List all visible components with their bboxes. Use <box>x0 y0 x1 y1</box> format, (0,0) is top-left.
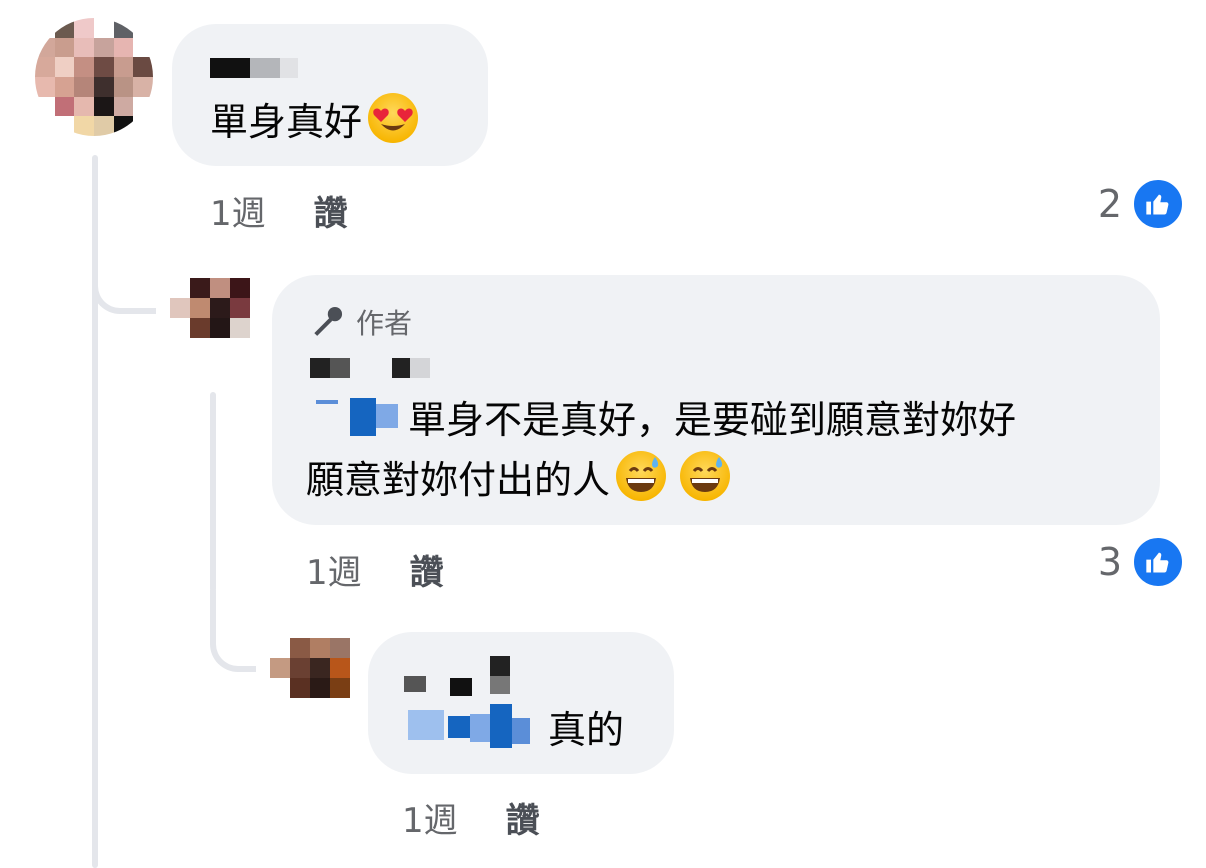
thread-connector-reply-2 <box>210 590 256 672</box>
microphone-icon <box>314 306 343 336</box>
reaction-count[interactable]: 2 <box>1080 182 1122 226</box>
thread-connector-reply-1 <box>92 240 156 314</box>
comment-meta: 1週 讚 <box>306 545 444 594</box>
comment-text-line2: 願意對妳付出的人 <box>306 450 731 510</box>
comment-meta: 1週 讚 <box>210 186 348 235</box>
grinning-sweat-emoji <box>616 451 667 501</box>
grinning-sweat-emoji <box>680 451 731 501</box>
avatar[interactable] <box>270 638 350 698</box>
comment-bubble <box>368 632 674 774</box>
commenter-name[interactable] <box>210 58 298 80</box>
mention-tag[interactable] <box>408 704 532 748</box>
timestamp[interactable]: 1週 <box>402 801 458 841</box>
like-button[interactable]: 讚 <box>506 801 540 841</box>
avatar[interactable] <box>35 18 153 136</box>
thumbs-up-icon[interactable] <box>1132 536 1184 588</box>
commenter-name[interactable] <box>404 656 514 696</box>
timestamp[interactable]: 1週 <box>306 553 362 593</box>
mention-tag[interactable] <box>310 398 400 438</box>
reaction-count[interactable]: 3 <box>1080 540 1122 584</box>
timestamp[interactable]: 1週 <box>210 194 266 234</box>
thread-line-reply <box>210 392 216 592</box>
thumbs-up-icon[interactable] <box>1132 178 1184 230</box>
author-badge: 作者 <box>308 302 412 342</box>
comment-text: 單身真好 <box>210 92 419 152</box>
comment-text: 單身不是真好，是要碰到願意對妳好 <box>408 398 1017 442</box>
avatar[interactable] <box>170 278 250 338</box>
commenter-name[interactable] <box>310 358 440 380</box>
heart-eyes-emoji <box>368 93 419 143</box>
comment-meta: 1週 讚 <box>402 793 540 842</box>
like-button[interactable]: 讚 <box>410 553 444 593</box>
comment-text: 真的 <box>548 708 625 752</box>
like-button[interactable]: 讚 <box>314 194 348 234</box>
